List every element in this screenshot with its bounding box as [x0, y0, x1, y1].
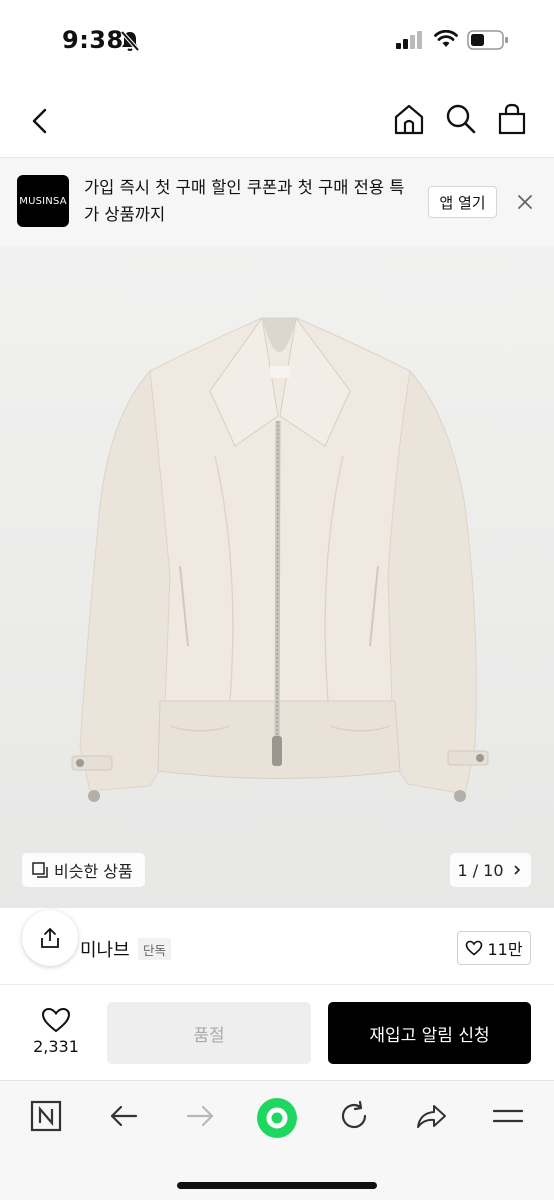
- exclusive-badge: 단독: [138, 938, 172, 960]
- chevron-right-icon: [513, 865, 520, 875]
- image-counter[interactable]: 1 / 10: [450, 853, 531, 887]
- close-icon[interactable]: [514, 191, 536, 213]
- nav-bar: [0, 82, 554, 158]
- home-icon[interactable]: [392, 102, 426, 136]
- home-indicator: [177, 1182, 377, 1189]
- back-arrow-icon[interactable]: [24, 104, 58, 138]
- back-icon[interactable]: [108, 1100, 140, 1132]
- bell-muted-icon: [120, 30, 140, 52]
- naver-n-icon[interactable]: [30, 1100, 62, 1132]
- status-time: 9:38: [62, 26, 124, 54]
- forward-icon[interactable]: [184, 1100, 216, 1132]
- divider: [0, 984, 554, 985]
- status-bar: 9:38: [0, 0, 554, 82]
- menu-icon[interactable]: [492, 1100, 524, 1132]
- brand-like-button[interactable]: 11만: [457, 931, 531, 965]
- image-counter-label: 1 / 10: [457, 860, 504, 880]
- brand-name[interactable]: 미나브: [80, 936, 130, 962]
- banner-message: 가입 즉시 첫 구매 할인 쿠폰과 첫 구매 전용 특가 상품까지: [84, 178, 405, 224]
- brand-like-count: 11만: [487, 940, 523, 959]
- app-install-banner: MUSINSA 가입 즉시 첫 구매 할인 쿠폰과 첫 구매 전용 특가 상품까…: [0, 158, 554, 246]
- browser-toolbar: [0, 1080, 554, 1200]
- copy-icon: [32, 861, 48, 878]
- similar-products-button[interactable]: 비슷한 상품: [22, 853, 145, 887]
- jacket-image: [0, 246, 554, 908]
- green-dot-icon[interactable]: [255, 1096, 299, 1140]
- share-button[interactable]: [22, 910, 78, 966]
- search-icon[interactable]: [444, 102, 478, 136]
- heart-icon: [466, 940, 483, 956]
- wishlist-heart-icon[interactable]: [40, 1006, 72, 1034]
- brand-row: 미나브 단독 11만: [0, 908, 554, 986]
- cellular-signal-icon: [396, 31, 422, 49]
- wifi-icon: [434, 30, 458, 47]
- wishlist-count: 2,331: [33, 1037, 79, 1056]
- sold-out-button[interactable]: 품절: [107, 1002, 311, 1064]
- share-forward-icon[interactable]: [414, 1100, 448, 1132]
- share-icon: [41, 927, 59, 948]
- shopping-bag-icon[interactable]: [496, 102, 528, 136]
- restock-alert-button[interactable]: 재입고 알림 신청: [328, 1002, 531, 1064]
- purchase-action-bar: 2,331 품절 재입고 알림 신청: [0, 986, 554, 1080]
- open-app-button[interactable]: 앱 열기: [428, 186, 497, 218]
- similar-products-label: 비슷한 상품: [54, 862, 133, 881]
- battery-icon: [467, 30, 508, 50]
- product-image-carousel[interactable]: 비슷한 상품 1 / 10: [0, 246, 554, 908]
- musinsa-logo: MUSINSA: [17, 175, 69, 227]
- reload-icon[interactable]: [338, 1100, 370, 1132]
